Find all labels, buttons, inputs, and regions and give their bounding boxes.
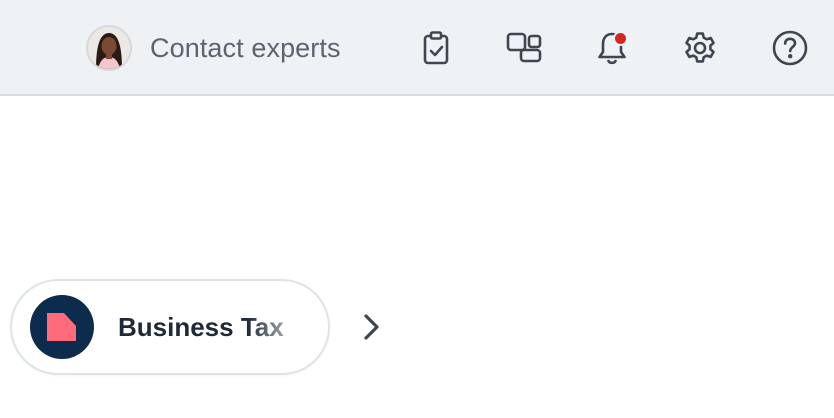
notification-dot: [613, 31, 628, 46]
carousel-next-button[interactable]: [350, 307, 390, 347]
help-button[interactable]: [770, 28, 810, 68]
devices-icon: [506, 32, 542, 63]
business-tax-tile[interactable]: Business Tax: [10, 279, 330, 375]
tasks-button[interactable]: [416, 28, 456, 68]
chevron-right-icon: [364, 314, 379, 340]
contact-experts-label: Contact experts: [150, 32, 341, 63]
business-tax-label: Business Tax: [118, 311, 284, 342]
top-navigation-bar: Contact experts: [0, 0, 834, 96]
expert-avatar: [86, 25, 132, 71]
settings-button[interactable]: [680, 28, 720, 68]
gear-icon: [685, 32, 715, 63]
help-icon: [772, 30, 808, 66]
devices-button[interactable]: [504, 28, 544, 68]
notifications-button[interactable]: [592, 28, 632, 68]
contact-experts-button[interactable]: Contact experts: [86, 24, 341, 72]
business-tax-logo: [30, 295, 94, 359]
clipboard-check-icon: [423, 31, 449, 65]
